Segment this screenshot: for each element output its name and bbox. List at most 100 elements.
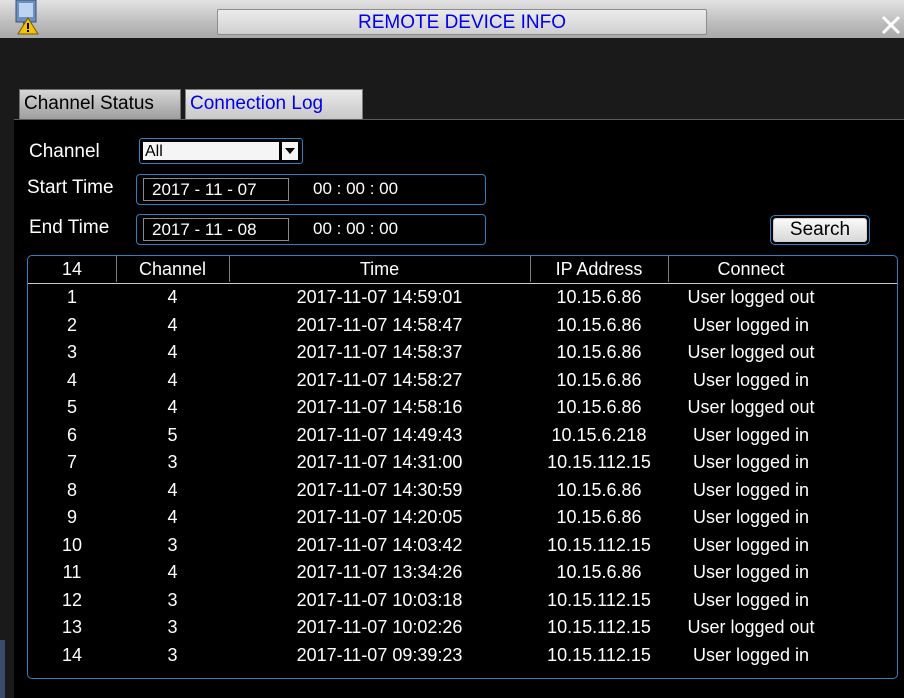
column-header-channel[interactable]: Channel [116,257,229,281]
column-header-connect[interactable]: Connect [668,257,834,281]
table-row[interactable]: 9 4 2017-11-07 14:20:05 10.15.6.86 User logg… [28,504,897,532]
start-time-input[interactable]: 00 : 00 : 00 [299,178,493,201]
cell-index: 6 [66,424,77,445]
cell-index: 14 [61,644,83,665]
window-title: REMOTE DEVICE INFO [217,9,707,35]
cell-ip-address: 10.15.6.86 [556,507,642,527]
tab-channel-status[interactable]: Channel Status [19,89,181,119]
cell-channel: 4 [167,287,178,307]
cell-connect: User logged in [692,644,810,665]
start-time-field[interactable]: 2017 - 11 - 07 00 : 00 : 00 [136,174,486,205]
cell-connect: User logged in [692,479,810,500]
cell-index: 7 [66,452,77,472]
cell-time: 2017-11-07 14:59:01 [296,287,463,307]
table-row[interactable]: 7 3 2017-11-07 14:31:00 10.15.112.15 User lo… [28,449,897,477]
title-bar[interactable]: REMOTE DEVICE INFO [0,0,904,38]
cell-ip-address: 10.15.112.15 [547,534,651,555]
cell-connect: User logged out [687,287,815,307]
cell-index: 8 [66,479,77,500]
cell-channel: 4 [167,314,178,335]
cell-time: 2017-11-07 09:39:23 [296,644,463,665]
column-header-time[interactable]: Time [229,257,530,281]
start-date-input[interactable]: 2017 - 11 - 07 [143,178,289,201]
cell-index: 12 [61,589,83,610]
cell-time: 2017-11-07 14:31:00 [296,452,463,472]
remote-device-info-window: REMOTE DEVICE INFO Channel Status Connec… [0,0,904,698]
cell-channel: 4 [167,562,178,582]
cell-ip-address: 10.15.112.15 [547,452,651,472]
cell-ip-address: 10.15.6.86 [556,314,642,335]
cell-time: 2017-11-07 10:02:26 [296,617,463,637]
table-row[interactable]: 4 4 2017-11-07 14:58:27 10.15.6.86 User logg… [28,367,897,395]
table-row[interactable]: 12 3 2017-11-07 10:03:18 10.15.112.15 User l… [28,587,897,615]
cell-ip-address: 10.15.112.15 [547,617,651,637]
cell-connect: User logged in [692,589,810,610]
table-row[interactable]: 6 5 2017-11-07 14:49:43 10.15.6.218 User log… [28,422,897,450]
table-row[interactable]: 5 4 2017-11-07 14:58:16 10.15.6.86 User logg… [28,394,897,422]
end-time-field[interactable]: 2017 - 11 - 08 00 : 00 : 00 [136,214,486,245]
chevron-down-icon[interactable] [282,142,298,160]
cell-channel: 3 [167,617,178,637]
table-row[interactable]: 10 3 2017-11-07 14:03:42 10.15.112.15 User l… [28,532,897,560]
cell-index: 2 [66,314,77,335]
cell-connect: User logged in [692,507,810,527]
cell-channel: 4 [167,479,178,500]
cell-connect: User logged out [687,397,815,417]
cell-ip-address: 10.15.6.218 [551,424,647,445]
cell-ip-address: 10.15.112.15 [547,644,651,665]
end-date-input[interactable]: 2017 - 11 - 08 [143,218,289,241]
table-row[interactable]: 13 3 2017-11-07 10:02:26 10.15.112.15 User l… [28,614,897,642]
column-header-ip-address[interactable]: IP Address [530,257,668,281]
cell-channel: 3 [167,589,178,610]
cell-connect: User logged out [687,617,815,637]
table-row[interactable]: 11 4 2017-11-07 13:34:26 10.15.6.86 User log… [28,559,897,587]
cell-ip-address: 10.15.112.15 [547,589,651,610]
cell-connect: User logged out [687,342,815,362]
cell-index: 3 [66,342,77,362]
cell-channel: 4 [167,369,178,390]
cell-channel: 4 [167,507,178,527]
cell-ip-address: 10.15.6.86 [556,342,642,362]
tab-connection-log[interactable]: Connection Log [185,89,363,119]
cell-index: 4 [66,369,77,390]
close-icon[interactable] [880,14,902,36]
monitor-warning-icon [14,0,40,36]
table-row[interactable]: 3 4 2017-11-07 14:58:37 10.15.6.86 User logg… [28,339,897,367]
cell-channel: 5 [167,424,178,445]
cell-channel: 3 [167,534,178,555]
cell-time: 2017-11-07 14:58:47 [296,314,463,335]
cell-index: 1 [66,287,77,307]
channel-select-value: All [143,142,279,160]
cell-time: 2017-11-07 14:58:37 [296,342,463,362]
cell-channel: 4 [167,342,178,362]
cell-channel: 4 [167,397,178,417]
end-time-input[interactable]: 00 : 00 : 00 [299,218,493,241]
cell-time: 2017-11-07 14:20:05 [296,507,463,527]
search-button[interactable]: Search [770,215,870,245]
table-row[interactable]: 2 4 2017-11-07 14:58:47 10.15.6.86 User logg… [28,312,897,340]
channel-select[interactable]: All [139,138,303,164]
column-header-count[interactable]: 14 [28,257,116,281]
cell-index: 10 [61,534,83,555]
table-row[interactable]: 8 4 2017-11-07 14:30:59 10.15.6.86 User logg… [28,477,897,505]
cell-ip-address: 10.15.6.86 [556,287,642,307]
start-time-label: Start Time [27,177,114,198]
cell-ip-address: 10.15.6.86 [556,562,642,582]
cell-ip-address: 10.15.6.86 [556,397,642,417]
cell-channel: 3 [167,452,178,472]
cell-index: 13 [61,617,83,637]
cell-time: 2017-11-07 13:34:26 [296,562,463,582]
cell-connect: User logged in [692,369,810,390]
cell-time: 2017-11-07 14:49:43 [296,424,463,445]
cell-time: 2017-11-07 14:58:27 [296,369,463,390]
cell-connect: User logged in [692,562,810,582]
table-row[interactable]: 1 4 2017-11-07 14:59:01 10.15.6.86 User logg… [28,284,897,312]
cell-index: 9 [66,507,77,527]
cell-time: 2017-11-07 14:58:16 [296,397,463,417]
cell-ip-address: 10.15.6.86 [556,369,642,390]
window-edge [0,640,5,698]
end-time-label: End Time [29,217,110,238]
search-button-label: Search [773,218,867,242]
table-row[interactable]: 14 3 2017-11-07 09:39:23 10.15.112.15 User l… [28,642,897,670]
cell-time: 2017-11-07 14:30:59 [296,479,463,500]
